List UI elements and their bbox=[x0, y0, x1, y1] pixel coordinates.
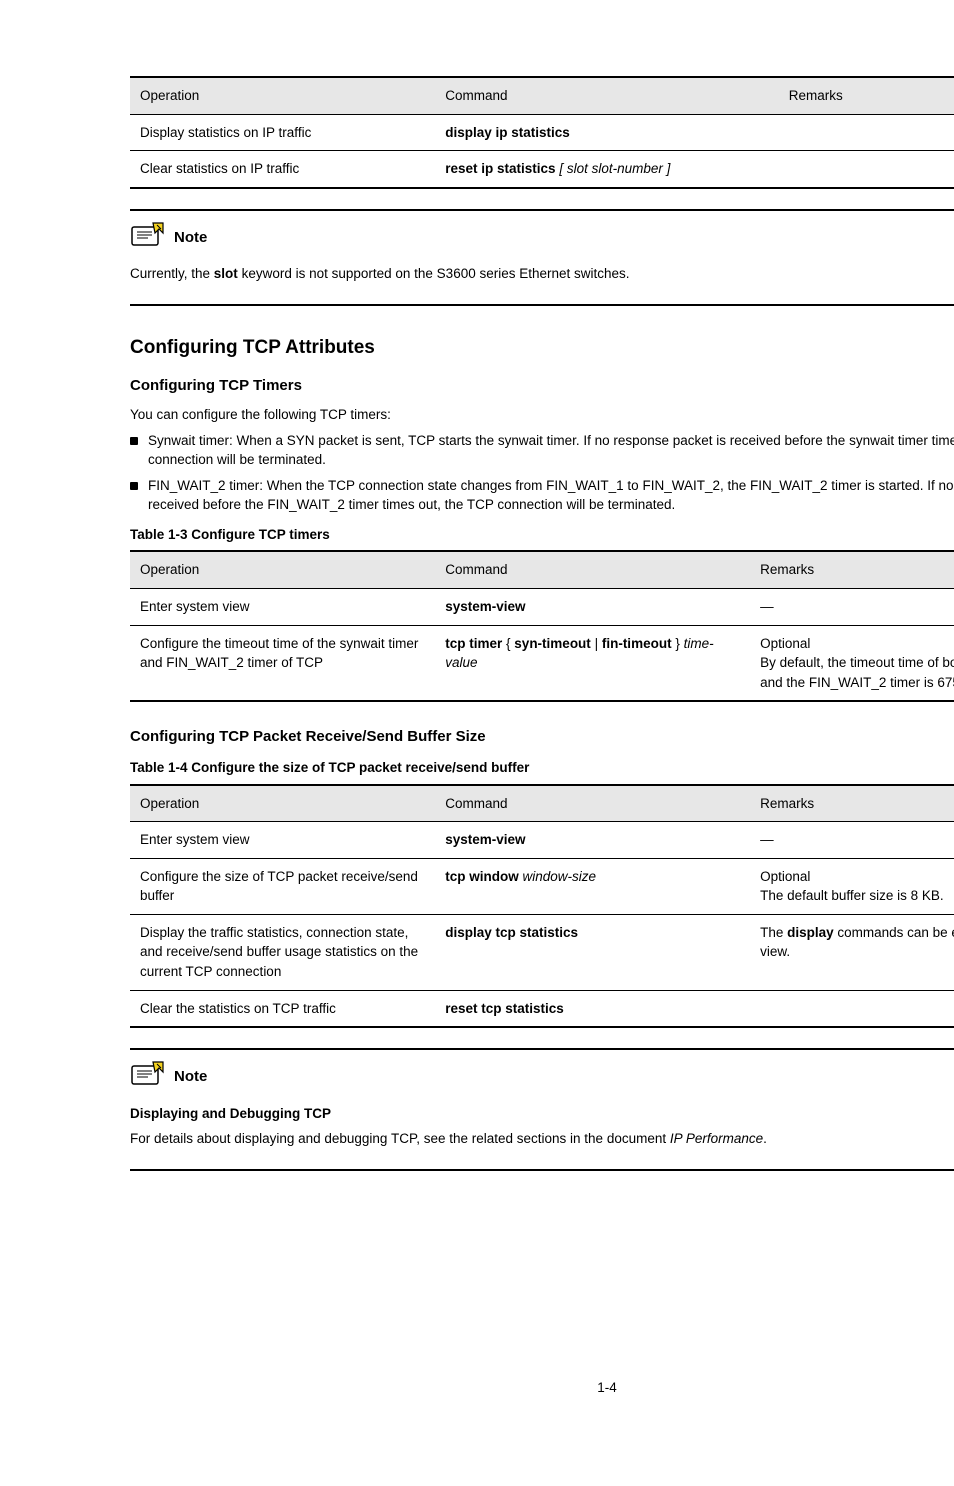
op-cell: Display statistics on IP traffic bbox=[130, 114, 435, 151]
heading-config-tcp-timers: Configuring TCP Timers bbox=[130, 375, 954, 397]
table-row: Configure the size of TCP packet receive… bbox=[130, 858, 954, 914]
th-remarks: Remarks bbox=[750, 785, 954, 822]
rem-line: Optional bbox=[760, 634, 954, 654]
cmd-arg: | bbox=[591, 636, 602, 651]
cmd-text: tcp window bbox=[445, 869, 519, 884]
th-remarks: Remarks bbox=[779, 77, 954, 114]
th-operation: Operation bbox=[130, 77, 435, 114]
note-icon bbox=[130, 221, 166, 255]
rem-cell: — bbox=[750, 589, 954, 626]
rem-line: Optional bbox=[760, 867, 954, 887]
op-cell: Configure the size of TCP packet receive… bbox=[130, 858, 435, 914]
rem-line: By default, the timeout time of both the… bbox=[760, 653, 954, 692]
rem-cell bbox=[779, 151, 954, 188]
cmd-text: syn-timeout bbox=[514, 636, 591, 651]
th-command: Command bbox=[435, 551, 750, 588]
tcp-intro-text: You can configure the following TCP time… bbox=[130, 405, 954, 425]
cmd-text: reset ip statistics bbox=[445, 161, 555, 176]
op-cell: Clear statistics on IP traffic bbox=[130, 151, 435, 188]
table-row: Clear the statistics on TCP traffic rese… bbox=[130, 990, 954, 1027]
note-subheading: Displaying and Debugging TCP bbox=[130, 1104, 954, 1124]
cmd-text: display tcp statistics bbox=[445, 925, 578, 940]
th-command: Command bbox=[435, 77, 778, 114]
bullet-icon bbox=[130, 482, 138, 490]
bullet-text: FIN_WAIT_2 timer: When the TCP connectio… bbox=[148, 476, 954, 515]
bullet-icon bbox=[130, 437, 138, 445]
heading-config-tcp-buffer: Configuring TCP Packet Receive/Send Buff… bbox=[130, 726, 954, 748]
rem-cell bbox=[750, 990, 954, 1027]
note-icon bbox=[130, 1060, 166, 1094]
table-caption-1-3: Table 1-3 Configure TCP timers bbox=[130, 525, 954, 545]
cmd-arg: [ slot slot-number ] bbox=[556, 161, 671, 176]
note-text: Currently, the slot keyword is not suppo… bbox=[130, 264, 954, 284]
op-cell: Enter system view bbox=[130, 589, 435, 626]
th-operation: Operation bbox=[130, 785, 435, 822]
cmd-cell: display ip statistics bbox=[435, 114, 778, 151]
th-operation: Operation bbox=[130, 551, 435, 588]
bullet-text: Synwait timer: When a SYN packet is sent… bbox=[148, 431, 954, 470]
list-item: Synwait timer: When a SYN packet is sent… bbox=[130, 431, 954, 470]
cmd-text: system-view bbox=[445, 832, 525, 847]
cmd-arg: } bbox=[672, 636, 684, 651]
op-cell: Clear the statistics on TCP traffic bbox=[130, 990, 435, 1027]
table-caption-1-4: Table 1-4 Configure the size of TCP pack… bbox=[130, 758, 954, 778]
rem-cmd: display bbox=[787, 925, 834, 940]
rem-cell: — bbox=[750, 822, 954, 859]
op-cell: Enter system view bbox=[130, 822, 435, 859]
op-cell: Configure the timeout time of the synwai… bbox=[130, 625, 435, 701]
cmd-text: system-view bbox=[445, 599, 525, 614]
cmd-cell: reset tcp statistics bbox=[435, 990, 750, 1027]
ip-statistics-table: Operation Command Remarks Display statis… bbox=[130, 76, 954, 189]
cmd-text: tcp timer bbox=[445, 636, 506, 651]
page-number: 1-4 bbox=[130, 1378, 954, 1398]
tcp-buffer-table: Operation Command Remarks Enter system v… bbox=[130, 784, 954, 1029]
note-title: Note bbox=[174, 1066, 207, 1088]
op-cell: Display the traffic statistics, connecti… bbox=[130, 914, 435, 990]
rem-cell: The display commands can be executed in … bbox=[750, 914, 954, 990]
th-remarks: Remarks bbox=[750, 551, 954, 588]
rem-cell: Optional By default, the timeout time of… bbox=[750, 625, 954, 701]
cmd-cell: tcp timer { syn-timeout | fin-timeout } … bbox=[435, 625, 750, 701]
cmd-arg: window-size bbox=[519, 869, 596, 884]
cmd-text: display ip statistics bbox=[445, 125, 570, 140]
cmd-text: reset tcp statistics bbox=[445, 1001, 564, 1016]
cmd-cell: system-view bbox=[435, 589, 750, 626]
cmd-cell: reset ip statistics [ slot slot-number ] bbox=[435, 151, 778, 188]
cmd-cell: display tcp statistics bbox=[435, 914, 750, 990]
cmd-cell: system-view bbox=[435, 822, 750, 859]
th-command: Command bbox=[435, 785, 750, 822]
note-text: For details about displaying and debuggi… bbox=[130, 1129, 954, 1149]
table-row: Display the traffic statistics, connecti… bbox=[130, 914, 954, 990]
rem-line: The default buffer size is 8 KB. bbox=[760, 886, 954, 906]
table-row: Enter system view system-view — bbox=[130, 822, 954, 859]
rem-line: The bbox=[760, 925, 787, 940]
table-row: Display statistics on IP traffic display… bbox=[130, 114, 954, 151]
note-block-slot-unsupported: Note Currently, the slot keyword is not … bbox=[130, 209, 954, 306]
cmd-cell: tcp window window-size bbox=[435, 858, 750, 914]
heading-config-tcp-attrs: Configuring TCP Attributes bbox=[130, 334, 954, 362]
table-row: Clear statistics on IP traffic reset ip … bbox=[130, 151, 954, 188]
cmd-text: fin-timeout bbox=[602, 636, 672, 651]
rem-cell bbox=[779, 114, 954, 151]
note-block-display-debug-tcp: Note Displaying and Debugging TCP For de… bbox=[130, 1048, 954, 1171]
note-title: Note bbox=[174, 227, 207, 249]
rem-cell: Optional The default buffer size is 8 KB… bbox=[750, 858, 954, 914]
tcp-timer-table: Operation Command Remarks Enter system v… bbox=[130, 550, 954, 702]
table-row: Enter system view system-view — bbox=[130, 589, 954, 626]
table-row: Configure the timeout time of the synwai… bbox=[130, 625, 954, 701]
list-item: FIN_WAIT_2 timer: When the TCP connectio… bbox=[130, 476, 954, 515]
